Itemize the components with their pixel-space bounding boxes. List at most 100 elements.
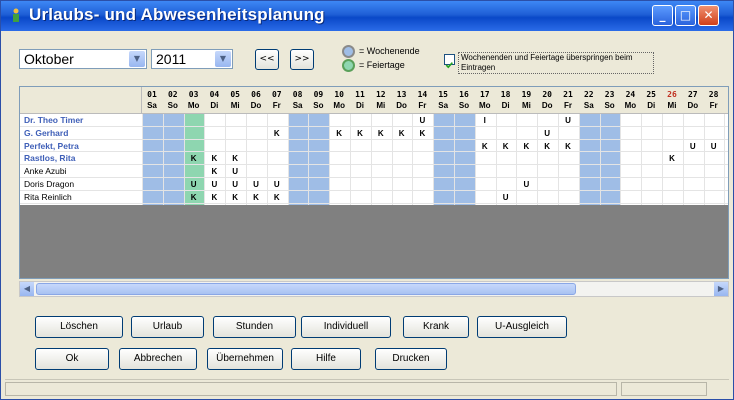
weekday-label: So [604, 101, 615, 110]
abbrechen-button[interactable]: Abbrechen [119, 348, 197, 370]
absence-cell[interactable]: K [476, 142, 494, 152]
holiday-legend-icon [342, 59, 355, 72]
absence-cell[interactable]: K [205, 154, 223, 164]
weekday-label: Sa [292, 101, 303, 110]
ok-button[interactable]: Ok [35, 348, 109, 370]
day-number: 16 [459, 90, 469, 99]
year-select[interactable]: 2011 ▼ [151, 49, 233, 69]
absence-cell[interactable]: K [268, 193, 286, 203]
absence-cell[interactable]: K [393, 129, 411, 139]
absence-cell[interactable]: I [476, 116, 494, 126]
absence-cell[interactable]: U [517, 180, 535, 190]
day-number: 07 [271, 90, 282, 99]
day-number: 25 [646, 90, 656, 99]
absence-cell[interactable]: K [330, 129, 348, 139]
absence-cell[interactable]: U [497, 193, 515, 203]
next-month-button[interactable]: >> [290, 49, 314, 70]
absence-cell[interactable]: K [268, 129, 286, 139]
absence-cell[interactable]: U [226, 180, 244, 190]
month-select[interactable]: Oktober ▼ [19, 49, 147, 69]
day-number: 02 [167, 90, 178, 99]
absence-cell[interactable]: K [247, 193, 265, 203]
loeschen-button[interactable]: Löschen [35, 316, 123, 338]
urlaub-button[interactable]: Urlaub [131, 316, 204, 338]
title-bar[interactable]: Urlaubs- und Abwesenheitsplanung _ □ ✕ [1, 1, 733, 31]
weekday-label: So [167, 101, 178, 110]
skip-weekends-label[interactable]: Wochenenden und Feiertage überspringen b… [458, 52, 654, 74]
absence-cell[interactable]: K [185, 154, 203, 164]
day-number: 19 [521, 90, 532, 99]
weekend-legend-label: = Wochenende [359, 46, 420, 56]
absence-cell[interactable]: U [205, 180, 223, 190]
day-number: 27 [687, 90, 698, 99]
weekday-label: Mi [521, 101, 531, 110]
employee-name[interactable]: Perfekt, Petra [24, 141, 79, 151]
employee-name[interactable]: Rita Reinlich [24, 192, 72, 202]
weekend-legend-icon [342, 45, 355, 58]
employee-name[interactable]: Rastlos, Rita [24, 153, 76, 163]
minimize-button[interactable]: _ [652, 5, 673, 26]
horizontal-scrollbar[interactable]: ◀ ▶ [19, 281, 729, 297]
absence-cell[interactable]: K [413, 129, 431, 139]
skip-weekends-checkbox[interactable] [444, 54, 455, 69]
absence-cell[interactable]: U [247, 180, 265, 190]
absence-cell[interactable]: K [497, 142, 515, 152]
absence-cell[interactable]: U [268, 180, 286, 190]
weekend-column [308, 113, 330, 205]
weekday-label: Mo [333, 101, 345, 110]
absence-cell[interactable]: U [185, 180, 203, 190]
calendar-grid[interactable]: 01 Sa 02 So 03 Mo 04 Di 05 Mi 06 Do 07 Fr 08 Sa 09 So 10 Mo… [19, 86, 729, 279]
absence-cell[interactable]: K [559, 142, 577, 152]
krank-button[interactable]: Krank [403, 316, 469, 338]
absence-cell[interactable]: U [684, 142, 702, 152]
absence-cell[interactable]: K [351, 129, 369, 139]
grid-line [246, 113, 247, 205]
weekday-label: Fr [564, 101, 572, 110]
hilfe-button[interactable]: Hilfe [291, 348, 361, 370]
close-button[interactable]: ✕ [698, 5, 719, 26]
weekday-label: Fr [272, 101, 281, 110]
u-ausgleich-button[interactable]: U-Ausgleich [477, 316, 567, 338]
chevron-down-icon[interactable]: ▼ [215, 51, 231, 67]
grid-line [599, 113, 601, 205]
absence-cell[interactable]: U [413, 116, 431, 126]
absence-cell[interactable]: K [226, 154, 244, 164]
grid-line [495, 113, 497, 205]
absence-cell[interactable]: K [185, 193, 203, 203]
chevron-down-icon[interactable]: ▼ [129, 51, 145, 67]
absence-cell[interactable]: K [663, 154, 681, 164]
weekday-label: Sa [583, 101, 594, 110]
individuell-button[interactable]: Individuell [301, 316, 391, 338]
absence-cell[interactable]: K [538, 142, 556, 152]
prev-month-button[interactable]: << [255, 49, 279, 70]
weekday-label: Di [501, 101, 510, 110]
scroll-left-icon[interactable]: ◀ [20, 282, 34, 296]
uebernehmen-button[interactable]: Übernehmen [207, 348, 283, 370]
absence-cell[interactable]: U [538, 129, 556, 139]
absence-cell[interactable]: U [705, 142, 723, 152]
employee-name[interactable]: Dr. Theo Timer [24, 115, 83, 125]
absence-cell[interactable]: K [205, 193, 223, 203]
drucken-button[interactable]: Drucken [375, 348, 447, 370]
maximize-button[interactable]: □ [675, 5, 696, 26]
status-pane-main [5, 382, 617, 396]
employee-name[interactable]: Doris Dragon [24, 179, 74, 189]
employee-name[interactable]: G. Gerhard [24, 128, 68, 138]
absence-cell[interactable]: U [559, 116, 577, 126]
weekday-label: Di [210, 101, 219, 110]
absence-cell[interactable]: U [226, 167, 244, 177]
absence-cell[interactable]: K [517, 142, 535, 152]
absence-cell[interactable]: K [205, 167, 223, 177]
day-number: 13 [396, 90, 407, 99]
grid-line [454, 113, 455, 205]
stunden-button[interactable]: Stunden [213, 316, 296, 338]
absence-cell[interactable]: K [226, 193, 244, 203]
day-number: 06 [251, 90, 261, 99]
grid-line [578, 113, 580, 205]
grid-line [474, 113, 476, 205]
absence-cell[interactable]: K [372, 129, 390, 139]
employee-name[interactable]: Anke Azubi [24, 166, 67, 176]
grid-line [142, 113, 143, 205]
scroll-right-icon[interactable]: ▶ [714, 282, 728, 296]
scrollbar-thumb[interactable] [36, 283, 576, 295]
